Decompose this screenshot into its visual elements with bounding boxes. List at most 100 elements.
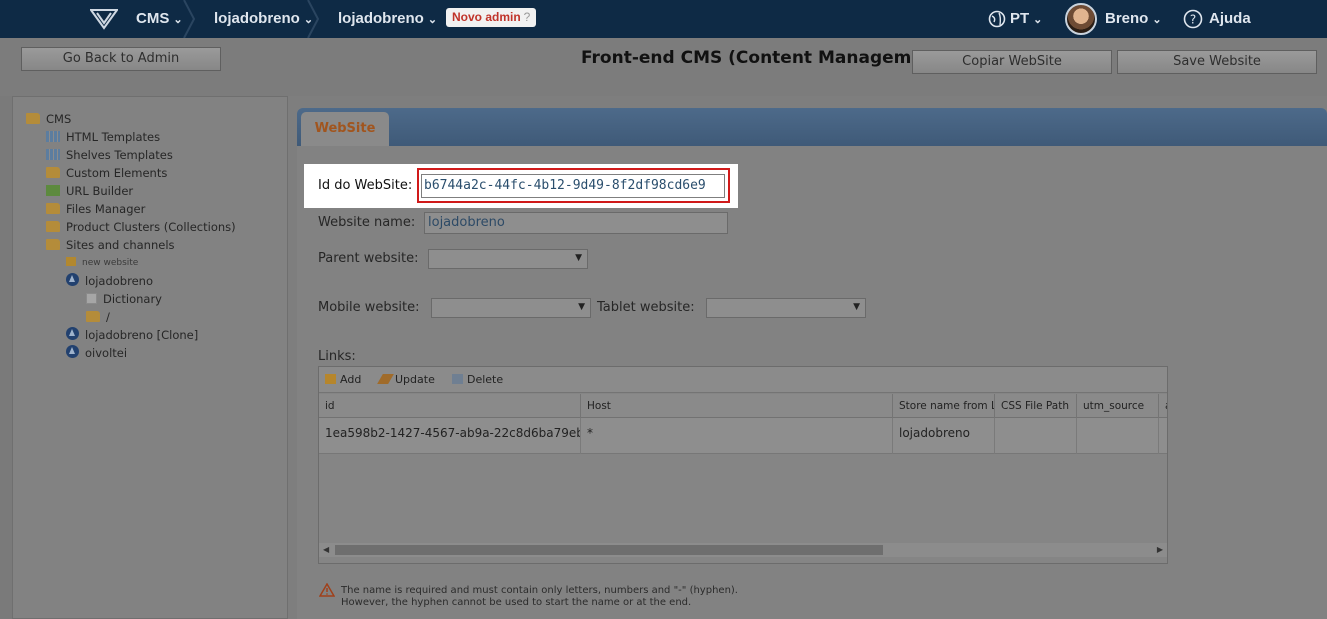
tablet-website-label: Tablet website:: [597, 300, 695, 315]
avatar[interactable]: [1065, 3, 1097, 35]
website-id-label: Id do WebSite:: [318, 178, 413, 193]
help-icon: ?: [1183, 9, 1203, 29]
url-builder-icon: [46, 185, 60, 196]
tree-item-label: Shelves Templates: [66, 148, 173, 162]
add-link-button[interactable]: Add: [325, 367, 361, 393]
document-icon: [86, 293, 97, 304]
tree-item-label: Custom Elements: [66, 166, 168, 180]
website-name-field[interactable]: lojadobreno: [424, 212, 728, 234]
globe-icon: [988, 10, 1006, 28]
copy-website-button[interactable]: Copiar WebSite: [912, 50, 1112, 74]
user-menu[interactable]: Breno ⌄: [1105, 0, 1162, 38]
new-item-icon: [66, 257, 76, 266]
account-menu[interactable]: lojadobreno ⌄: [214, 0, 313, 38]
tree-item-site-oivoltei[interactable]: oivoltei: [66, 344, 127, 362]
tree-item-label: new website: [82, 258, 139, 268]
tree-item-sites-and-channels[interactable]: Sites and channels: [46, 236, 175, 254]
website-id-field[interactable]: b6744a2c-44fc-4b12-9d49-8f2df98cd6e9: [421, 174, 725, 198]
scroll-left-icon[interactable]: ◀: [323, 543, 329, 557]
help-link[interactable]: Ajuda: [1209, 0, 1251, 38]
page-title: Front-end CMS (Content Management System…: [581, 48, 913, 68]
template-icon: [46, 131, 60, 142]
tree-item-new-website[interactable]: new website: [66, 254, 138, 272]
tree-item-dictionary[interactable]: Dictionary: [86, 290, 162, 308]
breadcrumb-separator-icon: [307, 0, 320, 38]
user-name: Breno: [1105, 10, 1149, 27]
tree-item-root-folder[interactable]: /: [86, 308, 110, 326]
tab-website[interactable]: WebSite: [301, 112, 389, 146]
mobile-website-select[interactable]: ▼: [431, 298, 591, 318]
tree-item-label: Sites and channels: [66, 238, 175, 252]
website-name-label: Website name:: [318, 215, 416, 230]
dropdown-arrow-icon: ▼: [575, 253, 582, 263]
cell-id: 1ea598b2-1427-4567-ab9a-22c8d6ba79eb: [319, 418, 581, 454]
cell-store-name: lojadobreno: [893, 418, 995, 454]
folder-open-icon: [26, 113, 40, 124]
scrollbar-thumb[interactable]: [335, 545, 883, 555]
links-grid-header: id Host Store name from LI CSS File Path…: [319, 394, 1167, 418]
new-admin-badge[interactable]: Novo admin?: [446, 8, 537, 27]
column-header-id[interactable]: id: [319, 394, 581, 418]
dropdown-arrow-icon: ▼: [853, 302, 860, 312]
go-back-to-admin-button[interactable]: Go Back to Admin: [21, 47, 221, 71]
tree-item-label: /: [106, 310, 110, 324]
tree-item-custom-elements[interactable]: Custom Elements: [46, 164, 167, 182]
update-link-button[interactable]: Update: [377, 367, 435, 393]
tree-item-shelves-templates[interactable]: Shelves Templates: [46, 146, 173, 164]
tablet-website-select[interactable]: ▼: [706, 298, 866, 318]
column-header-store-name[interactable]: Store name from LI: [893, 394, 995, 418]
custom-element-icon: [46, 167, 60, 178]
chevron-down-icon: ⌄: [1033, 14, 1043, 26]
mobile-website-label: Mobile website:: [318, 300, 420, 315]
tree-item-site-lojadobreno[interactable]: lojadobreno: [66, 272, 153, 290]
tree-item-url-builder[interactable]: URL Builder: [46, 182, 133, 200]
shelf-icon: [46, 149, 60, 160]
help-circle-icon: ?: [523, 10, 531, 24]
account-menu-label: lojadobreno: [214, 10, 300, 27]
horizontal-scrollbar[interactable]: ◀ ▶: [319, 543, 1167, 557]
table-row[interactable]: 1ea598b2-1427-4567-ab9a-22c8d6ba79eb * l…: [319, 418, 1167, 454]
tree-item-cms[interactable]: CMS: [26, 110, 71, 128]
website-icon: [66, 273, 79, 286]
dropdown-arrow-icon: ▼: [578, 302, 585, 312]
tree-item-label: lojadobreno: [85, 274, 153, 288]
cell-css-file-path: [995, 418, 1077, 454]
tree-item-html-templates[interactable]: HTML Templates: [46, 128, 160, 146]
column-header-utm-source[interactable]: utm_source: [1077, 394, 1159, 418]
validation-note: The name is required and must contain on…: [341, 585, 738, 609]
delete-link-button[interactable]: Delete: [452, 367, 503, 393]
website-icon: [66, 327, 79, 340]
language-menu[interactable]: PT ⌄: [1010, 0, 1042, 38]
tab-bar: [297, 108, 1327, 146]
vtex-logo-icon[interactable]: [90, 8, 118, 30]
delete-label: Delete: [467, 373, 504, 386]
links-grid: Add Update Delete id Host Store name fro…: [318, 366, 1168, 564]
language-label: PT: [1010, 10, 1030, 27]
folder-icon: [86, 311, 100, 322]
folder-open-icon: [46, 239, 60, 250]
store-menu[interactable]: lojadobreno ⌄: [338, 0, 437, 38]
trash-icon: [452, 374, 463, 384]
column-header-host[interactable]: Host: [581, 394, 893, 418]
tree-item-site-lojadobreno-clone[interactable]: lojadobreno [Clone]: [66, 326, 198, 344]
column-header-truncated[interactable]: a: [1159, 394, 1167, 418]
cms-menu[interactable]: CMS ⌄: [136, 0, 183, 38]
tree-item-product-clusters[interactable]: Product Clusters (Collections): [46, 218, 236, 236]
scroll-right-icon[interactable]: ▶: [1157, 543, 1163, 557]
folder-icon: [46, 221, 60, 232]
tree-item-label: HTML Templates: [66, 130, 161, 144]
folder-icon: [46, 203, 60, 214]
column-header-css-file-path[interactable]: CSS File Path: [995, 394, 1077, 418]
parent-website-select[interactable]: ▼: [428, 249, 588, 269]
add-icon: [325, 374, 336, 384]
pencil-icon: [377, 374, 394, 384]
tree-item-label: Product Clusters (Collections): [66, 220, 236, 234]
tree-item-label: lojadobreno [Clone]: [85, 328, 199, 342]
tree-item-files-manager[interactable]: Files Manager: [46, 200, 145, 218]
cell-utm-source: [1077, 418, 1159, 454]
tree-item-label: Files Manager: [66, 202, 146, 216]
tree-item-label: URL Builder: [66, 184, 134, 198]
save-website-button[interactable]: Save Website: [1117, 50, 1317, 74]
chevron-down-icon: ⌄: [1152, 14, 1162, 26]
breadcrumb-separator-icon: [183, 0, 196, 38]
